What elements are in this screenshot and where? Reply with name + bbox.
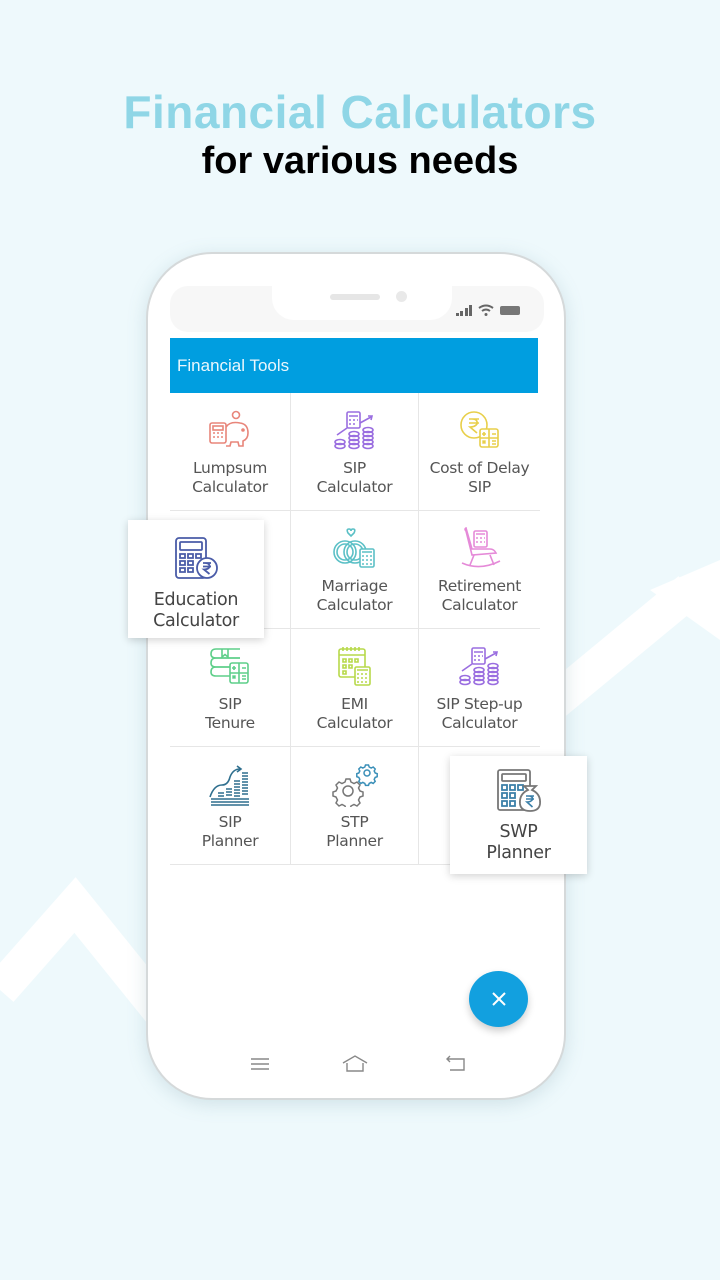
tool-label: Retirement Calculator: [437, 577, 522, 614]
tool-cost-of-delay-sip[interactable]: Cost of Delay SIP: [419, 393, 540, 511]
tool-sip-planner[interactable]: SIP Planner: [170, 747, 291, 865]
signal-icon: [455, 304, 472, 316]
calculator-coins-stepup-icon: [458, 647, 499, 686]
calculator-money-bag-icon: [496, 769, 541, 812]
calculator-rupee-icon: [175, 537, 218, 579]
tool-education-calculator[interactable]: Education Calculator: [128, 520, 264, 638]
tool-lumpsum-calculator[interactable]: Lumpsum Calculator: [170, 393, 291, 511]
tool-label: Cost of Delay SIP: [429, 459, 530, 496]
headline-title: Financial Calculators: [123, 86, 597, 138]
tool-label: STP Planner: [326, 813, 383, 850]
recent-apps-button[interactable]: [248, 1054, 272, 1074]
tool-emi-calculator[interactable]: EMI Calculator: [291, 629, 419, 747]
tool-swp-planner[interactable]: SWP Planner: [450, 756, 587, 874]
tool-sip-tenure[interactable]: SIP Tenure: [170, 629, 291, 747]
headline-subtitle: for various needs: [201, 140, 519, 182]
growth-bars-icon: [209, 765, 249, 806]
app-bar: Financial Tools: [170, 338, 538, 393]
recent-apps-icon: [251, 1058, 269, 1070]
tool-label: Lumpsum Calculator: [192, 459, 268, 496]
tool-label: SIP Calculator: [316, 459, 393, 496]
headline: Financial Calculators for various needs: [0, 86, 720, 184]
tool-marriage-calculator[interactable]: Marriage Calculator: [291, 511, 419, 629]
piggy-bank-calculator-icon: [209, 410, 249, 447]
home-button[interactable]: [342, 1054, 368, 1074]
rings-calculator-icon: [332, 528, 375, 568]
home-icon: [342, 1055, 368, 1072]
phone-speaker: [330, 294, 380, 300]
rupee-coin-calculator-icon: [459, 411, 499, 448]
phone-notch: [272, 284, 452, 320]
back-icon: [446, 1055, 465, 1071]
tool-label: SIP Planner: [201, 813, 259, 850]
phone-camera: [396, 291, 407, 302]
battery-icon: [500, 306, 520, 315]
status-icons: [455, 302, 520, 316]
rocking-chair-calculator-icon: [461, 527, 500, 568]
tool-label: Education Calculator: [153, 590, 239, 631]
tool-sip-step-up-calculator[interactable]: SIP Step-up Calculator: [419, 629, 540, 747]
tool-retirement-calculator[interactable]: Retirement Calculator: [419, 511, 540, 629]
tool-label: SWP Planner: [486, 822, 551, 863]
back-button[interactable]: [444, 1054, 468, 1074]
close-fab-button[interactable]: [469, 971, 528, 1027]
close-icon: [491, 992, 506, 1006]
tool-label: SIP Tenure: [205, 695, 255, 732]
app-bar-title: Financial Tools: [177, 356, 290, 375]
calendar-calculator-icon: [337, 647, 371, 686]
gears-icon: [331, 764, 378, 807]
tool-sip-calculator[interactable]: SIP Calculator: [291, 393, 419, 511]
calculator-coins-growth-icon: [333, 411, 374, 450]
tool-label: Marriage Calculator: [316, 577, 393, 614]
tool-label: EMI Calculator: [316, 695, 393, 732]
wifi-icon: [478, 304, 494, 316]
tool-label: SIP Step-up Calculator: [436, 695, 523, 732]
books-calculator-icon: [210, 648, 249, 684]
tool-stp-planner[interactable]: STP Planner: [291, 747, 419, 865]
